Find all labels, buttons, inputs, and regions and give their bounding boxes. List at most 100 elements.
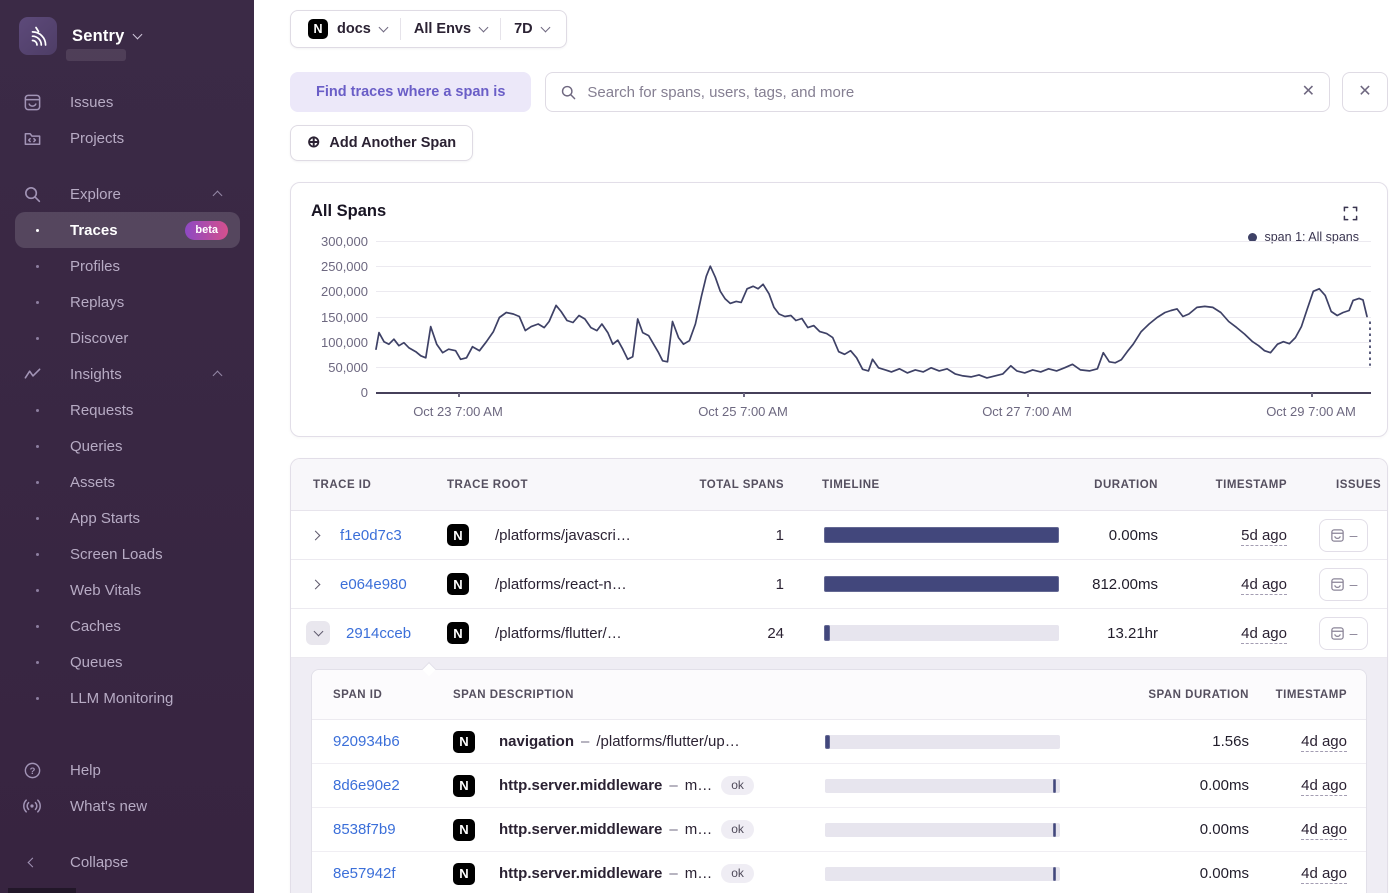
date-range-selector[interactable]: 7D bbox=[501, 21, 562, 37]
span-id-link[interactable]: 920934b6 bbox=[333, 733, 400, 750]
sidebar-item-queues[interactable]: Queues bbox=[0, 644, 254, 680]
add-another-span-button[interactable]: ⊕ Add Another Span bbox=[290, 125, 474, 161]
trace-id-link[interactable]: e064e980 bbox=[340, 576, 407, 593]
sidebar-item-whats-new[interactable]: What's new bbox=[0, 788, 254, 824]
duration: 0.00ms bbox=[1108, 526, 1158, 544]
bullet-icon bbox=[33, 624, 41, 628]
sidebar-item-discover[interactable]: Discover bbox=[0, 320, 254, 356]
section-label: Explore bbox=[70, 185, 121, 203]
timestamp[interactable]: 4d ago bbox=[1241, 624, 1287, 644]
trace-id-link[interactable]: 2914cceb bbox=[346, 625, 411, 642]
help-icon: ? bbox=[19, 761, 45, 780]
y-tick-label: 100,000 bbox=[321, 335, 368, 350]
span-timestamp[interactable]: 4d ago bbox=[1301, 733, 1347, 752]
span-timestamp[interactable]: 4d ago bbox=[1301, 777, 1347, 796]
chevron-down-icon bbox=[378, 22, 389, 32]
sidebar-item-requests[interactable]: Requests bbox=[0, 392, 254, 428]
sidebar-section-explore[interactable]: Explore bbox=[0, 176, 254, 212]
sidebar-item-screen-loads[interactable]: Screen Loads bbox=[0, 536, 254, 572]
fullscreen-icon[interactable] bbox=[1343, 206, 1358, 226]
separator: – bbox=[581, 733, 590, 750]
trace-root: /platforms/react-n… bbox=[495, 575, 627, 593]
remove-span-filter-button[interactable]: ✕ bbox=[1342, 72, 1388, 112]
trace-id-link[interactable]: f1e0d7c3 bbox=[340, 527, 402, 544]
trace-root: /platforms/flutter/… bbox=[495, 624, 622, 642]
whats-new-icon bbox=[19, 796, 45, 816]
sidebar-item-label: Discover bbox=[70, 329, 129, 347]
org-switcher[interactable]: Sentry bbox=[0, 0, 254, 58]
sidebar-item-issues[interactable]: Issues bbox=[0, 84, 254, 120]
search-input[interactable] bbox=[587, 83, 1292, 101]
environment-selector[interactable]: All Envs bbox=[401, 21, 500, 37]
span-description: /platforms/flutter/up… bbox=[596, 733, 740, 750]
status-badge: ok bbox=[721, 776, 754, 795]
timeline-bar[interactable] bbox=[824, 527, 1059, 543]
chevron-left-icon bbox=[19, 857, 45, 867]
chart-plot-area[interactable]: Oct 23 7:00 AM Oct 25 7:00 AM Oct 27 7:0… bbox=[375, 241, 1371, 419]
x-axis-line bbox=[376, 392, 1371, 394]
span-timestamp[interactable]: 4d ago bbox=[1301, 821, 1347, 840]
bullet-icon bbox=[33, 264, 41, 268]
sidebar-section-insights[interactable]: Insights bbox=[0, 356, 254, 392]
span-timeline-bar[interactable] bbox=[825, 778, 1060, 793]
sidebar-item-caches[interactable]: Caches bbox=[0, 608, 254, 644]
timeline-bar[interactable] bbox=[824, 576, 1059, 592]
sidebar-item-web-vitals[interactable]: Web Vitals bbox=[0, 572, 254, 608]
span-search-box[interactable]: ✕ bbox=[545, 72, 1330, 112]
total-spans: 1 bbox=[775, 575, 784, 593]
total-spans: 1 bbox=[775, 526, 784, 544]
span-condition-pill[interactable]: Find traces where a span is bbox=[290, 72, 532, 112]
sidebar-item-label: Projects bbox=[70, 129, 125, 147]
sidebar-item-label: Help bbox=[70, 761, 101, 779]
chart-line bbox=[375, 265, 1371, 379]
span-timestamp[interactable]: 4d ago bbox=[1301, 865, 1347, 884]
issues-button[interactable]: – bbox=[1319, 518, 1368, 552]
sidebar-item-label: Issues bbox=[70, 93, 114, 111]
search-icon bbox=[562, 85, 576, 99]
collapse-row-button[interactable] bbox=[306, 621, 330, 645]
sidebar-item-replays[interactable]: Replays bbox=[0, 284, 254, 320]
sidebar-item-llm-monitoring[interactable]: LLM Monitoring bbox=[0, 680, 254, 716]
span-timeline-bar[interactable] bbox=[825, 822, 1060, 837]
nextjs-project-icon: N bbox=[453, 818, 475, 841]
timestamp[interactable]: 4d ago bbox=[1241, 575, 1287, 595]
sidebar: Sentry Issues Projects Explore Traces be… bbox=[0, 0, 254, 893]
span-id-link[interactable]: 8d6e90e2 bbox=[333, 777, 400, 794]
svg-text:?: ? bbox=[29, 765, 35, 776]
chart-title: All Spans bbox=[311, 202, 387, 220]
col-header-trace-id: Trace ID bbox=[313, 478, 372, 491]
timestamp[interactable]: 5d ago bbox=[1241, 526, 1287, 546]
span-row: 8538f7b9 N http.server.middleware – m… o… bbox=[312, 808, 1366, 852]
sidebar-bottom-cutoff bbox=[8, 888, 76, 893]
span-id-link[interactable]: 8538f7b9 bbox=[333, 821, 396, 838]
sidebar-item-projects[interactable]: Projects bbox=[0, 120, 254, 156]
sidebar-item-queries[interactable]: Queries bbox=[0, 428, 254, 464]
issues-button[interactable]: – bbox=[1319, 616, 1368, 650]
bullet-icon bbox=[33, 336, 41, 340]
span-timeline-bar[interactable] bbox=[825, 866, 1060, 881]
span-duration: 0.00ms bbox=[1199, 865, 1249, 882]
expand-row-button[interactable] bbox=[306, 526, 324, 544]
beta-badge: beta bbox=[185, 220, 228, 240]
sidebar-item-profiles[interactable]: Profiles bbox=[0, 248, 254, 284]
sidebar-item-label: Requests bbox=[70, 401, 134, 419]
separator: – bbox=[669, 777, 678, 794]
col-header-duration: Duration bbox=[1094, 478, 1158, 491]
clear-search-icon[interactable]: ✕ bbox=[1302, 84, 1315, 100]
span-description: m… bbox=[684, 777, 713, 794]
timeline-bar[interactable] bbox=[824, 625, 1059, 641]
sidebar-collapse-button[interactable]: Collapse bbox=[0, 844, 254, 880]
sidebar-item-app-starts[interactable]: App Starts bbox=[0, 500, 254, 536]
sidebar-item-help[interactable]: ? Help bbox=[0, 752, 254, 788]
issues-button[interactable]: – bbox=[1319, 567, 1368, 601]
sidebar-item-traces[interactable]: Traces beta bbox=[0, 212, 254, 248]
sidebar-item-assets[interactable]: Assets bbox=[0, 464, 254, 500]
y-tick-label: 200,000 bbox=[321, 284, 368, 299]
span-op: http.server.middleware bbox=[499, 821, 663, 838]
close-icon: ✕ bbox=[1358, 83, 1372, 100]
chevron-up-icon bbox=[212, 370, 223, 380]
span-id-link[interactable]: 8e57942f bbox=[333, 865, 396, 882]
span-timeline-bar[interactable] bbox=[825, 734, 1060, 749]
project-selector[interactable]: N docs bbox=[295, 19, 400, 39]
expand-row-button[interactable] bbox=[306, 575, 324, 593]
